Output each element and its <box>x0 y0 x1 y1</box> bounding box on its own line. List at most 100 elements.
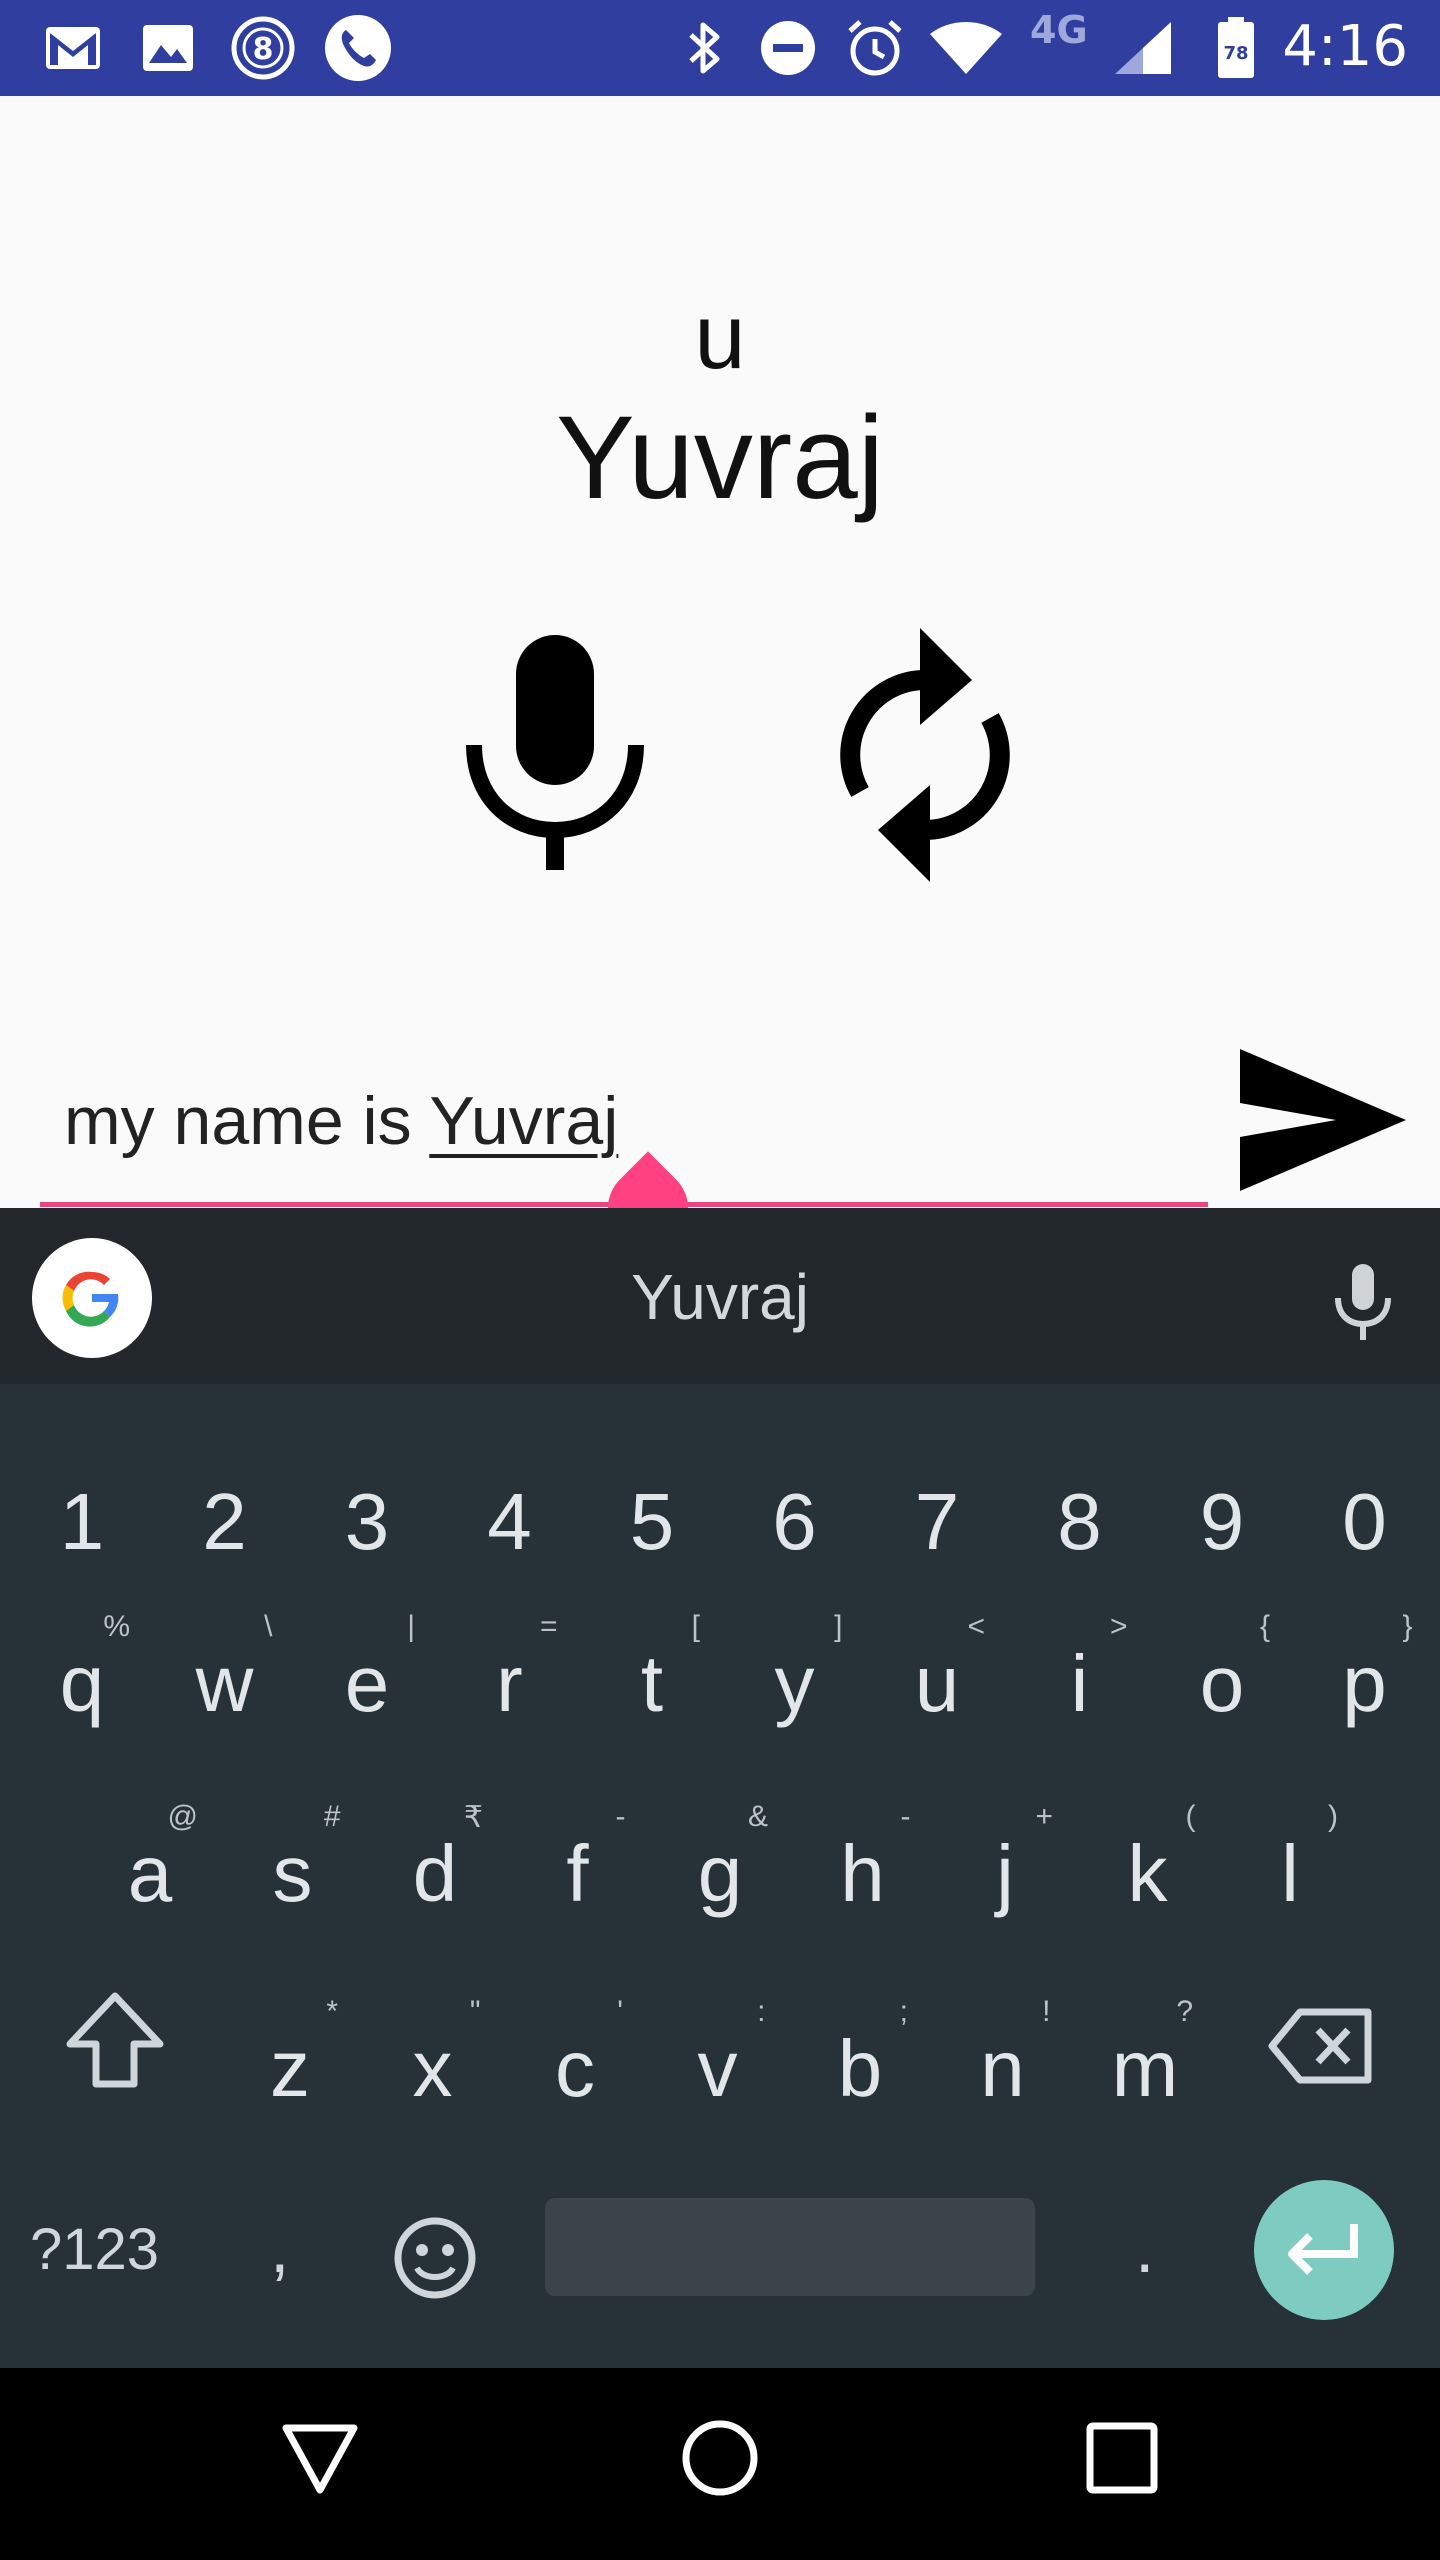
key-h[interactable]: h- <box>791 1788 935 1958</box>
key-label: v <box>697 2024 738 2113</box>
key-s[interactable]: s # <box>221 1788 365 1958</box>
keyboard-mic-icon <box>1335 1264 1391 1340</box>
symbols-key[interactable]: ?123 <box>30 2216 230 2306</box>
gmail-icon <box>40 18 106 78</box>
key-hint: @ <box>167 1800 198 1833</box>
key-t[interactable]: t[ <box>580 1598 724 1768</box>
backspace-key[interactable] <box>1266 2006 1376 2086</box>
suggestion-word[interactable]: Yuvraj <box>0 1260 1440 1334</box>
key-v[interactable]: v: <box>646 1983 790 2153</box>
key-label: 9 <box>1199 1477 1245 1566</box>
voice-input-button[interactable] <box>1330 1260 1396 1344</box>
send-button[interactable] <box>1236 1045 1410 1195</box>
home-icon <box>682 2420 758 2496</box>
key-p[interactable]: p} <box>1293 1598 1437 1768</box>
key-1[interactable]: 1 <box>10 1426 154 1596</box>
key-x[interactable]: x " <box>361 1983 505 2153</box>
key-label: 7 <box>914 1477 960 1566</box>
key-u[interactable]: u < <box>865 1598 1009 1768</box>
key-3[interactable]: 3 <box>295 1426 439 1596</box>
key-n[interactable]: n! <box>931 1983 1075 2153</box>
network-type-label: 4G <box>1030 8 1088 52</box>
key-hint: [ <box>691 1610 700 1643</box>
key-q[interactable]: q% <box>10 1598 154 1768</box>
key-hint: " <box>469 1995 481 2028</box>
key-hint: \ <box>264 1610 273 1643</box>
key-9[interactable]: 9 <box>1150 1426 1294 1596</box>
key-z[interactable]: z * <box>218 1983 362 2153</box>
space-key[interactable] <box>545 2198 1035 2296</box>
key-hint: # <box>323 1800 341 1833</box>
key-m[interactable]: m? <box>1073 1983 1217 2153</box>
wifi-icon <box>926 18 1006 78</box>
key-label: a <box>127 1829 173 1918</box>
key-6[interactable]: 6 <box>723 1426 867 1596</box>
enter-key[interactable] <box>1254 2180 1394 2320</box>
key-label: 8 <box>1057 1477 1102 1566</box>
mic-button[interactable] <box>460 625 650 875</box>
key-label: 3 <box>344 1477 390 1566</box>
status-bar: 8 4G 78 4:16 <box>0 0 1440 96</box>
key-label: 4 <box>487 1477 532 1566</box>
app-8-icon: 8 <box>228 16 298 80</box>
key-j[interactable]: j + <box>933 1788 1077 1958</box>
refresh-button[interactable] <box>820 620 1030 890</box>
key-hint: ! <box>1042 1995 1051 2028</box>
do-not-disturb-icon <box>758 18 818 78</box>
key-label: o <box>1199 1639 1245 1728</box>
key-d[interactable]: d ₹ <box>363 1788 507 1958</box>
key-f[interactable]: f- <box>506 1788 650 1958</box>
message-input-text[interactable]: my name is Yuvraj <box>64 1082 618 1160</box>
key-hint: & <box>747 1800 768 1833</box>
back-button[interactable] <box>280 2418 360 2498</box>
key-8[interactable]: 8 <box>1008 1426 1152 1596</box>
comma-key[interactable]: , <box>270 2208 310 2308</box>
key-hint: = <box>539 1610 558 1643</box>
key-0[interactable]: 0 <box>1293 1426 1437 1596</box>
emoji-icon <box>394 2217 476 2299</box>
key-hint: ) <box>1328 1800 1338 1833</box>
detected-letter-label: u <box>694 286 746 388</box>
key-hint: % <box>103 1610 130 1643</box>
key-l[interactable]: l) <box>1218 1788 1362 1958</box>
key-label: 2 <box>202 1477 247 1566</box>
key-a[interactable]: a @ <box>78 1788 222 1958</box>
key-k[interactable]: k( <box>1076 1788 1220 1958</box>
key-i[interactable]: i > <box>1008 1598 1152 1768</box>
period-key[interactable]: . <box>1135 2208 1175 2308</box>
key-e[interactable]: e | <box>295 1598 439 1768</box>
mic-icon <box>466 635 644 870</box>
home-button[interactable] <box>680 2418 760 2498</box>
recents-button[interactable] <box>1082 2418 1162 2498</box>
shift-key[interactable] <box>60 1986 170 2096</box>
key-7[interactable]: 7 <box>865 1426 1009 1596</box>
key-hint: ( <box>1185 1800 1196 1833</box>
key-hint: ? <box>1176 1995 1193 2028</box>
emoji-key[interactable] <box>393 2216 477 2300</box>
key-g[interactable]: g & <box>648 1788 792 1958</box>
key-b[interactable]: b; <box>788 1983 932 2153</box>
key-hint: } <box>1402 1610 1413 1643</box>
key-label: 5 <box>629 1477 675 1566</box>
key-w[interactable]: w \ <box>153 1598 297 1768</box>
key-label: 6 <box>772 1477 817 1566</box>
key-label: 1 <box>59 1477 105 1566</box>
key-5[interactable]: 5 <box>580 1426 724 1596</box>
key-o[interactable]: o{ <box>1150 1598 1294 1768</box>
key-label: n <box>980 2024 1025 2113</box>
key-c[interactable]: c ' <box>503 1983 647 2153</box>
key-label: j <box>996 1829 1014 1918</box>
recognized-name-label: Yuvraj <box>556 392 884 524</box>
svg-text:8: 8 <box>253 32 274 67</box>
phone-icon <box>322 15 394 81</box>
key-label: e <box>344 1639 390 1728</box>
key-4[interactable]: 4 <box>438 1426 582 1596</box>
backspace-icon <box>1268 2008 1372 2084</box>
key-label: w <box>195 1639 254 1728</box>
suggestion-bar: Yuvraj <box>0 1208 1440 1384</box>
key-label: r <box>496 1639 523 1728</box>
navigation-bar <box>0 2368 1440 2560</box>
key-y[interactable]: y] <box>723 1598 867 1768</box>
key-2[interactable]: 2 <box>153 1426 297 1596</box>
key-r[interactable]: r = <box>438 1598 582 1768</box>
